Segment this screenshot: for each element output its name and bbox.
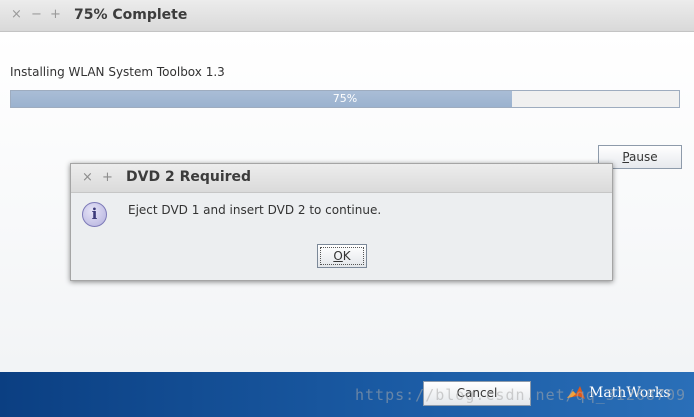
dialog-maximize-icon[interactable]: + [102,170,113,185]
brand-name: MathWorks [589,385,671,401]
mathworks-logo: MathWorks [566,382,671,404]
progress-bar: 75% [10,90,680,108]
maximize-icon[interactable]: + [50,7,61,23]
minimize-icon[interactable]: − [31,7,42,23]
cancel-button[interactable]: Cancel [423,381,531,406]
window-title: 75% Complete [74,7,188,23]
pause-label: Pause [622,150,658,164]
info-icon: i [82,202,107,227]
ok-label: OK [333,249,351,263]
dialog-message: Eject DVD 1 and insert DVD 2 to continue… [128,203,382,217]
dialog-title: DVD 2 Required [126,169,252,185]
dialog-close-icon[interactable]: × [82,170,93,185]
dvd-required-dialog: × + DVD 2 Required i Eject DVD 1 and ins… [70,163,613,281]
installer-window: × − + 75% Complete Installing WLAN Syste… [0,0,694,417]
install-status-label: Installing WLAN System Toolbox 1.3 [10,65,225,79]
window-titlebar[interactable]: × − + 75% Complete [0,0,694,32]
dialog-titlebar[interactable]: × + DVD 2 Required [71,164,612,193]
progress-text: 75% [332,92,358,105]
ok-button[interactable]: OK [317,244,367,268]
membrane-logo-icon [567,386,585,399]
close-icon[interactable]: × [11,7,22,23]
